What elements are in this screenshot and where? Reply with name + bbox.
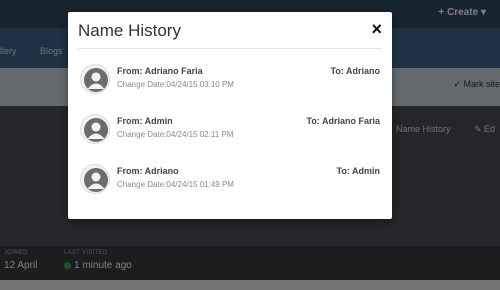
- name-history-modal: Name History × From: Adriano Faria Chang…: [68, 12, 392, 219]
- history-entry: From: Adriano Change Date:04/24/15 01:49…: [80, 164, 380, 198]
- from-name: From: Adriano: [117, 166, 179, 176]
- modal-title: Name History: [78, 21, 181, 40]
- avatar: [80, 114, 110, 144]
- close-icon[interactable]: ×: [371, 19, 382, 39]
- avatar: [80, 164, 110, 194]
- to-name: To: Adriano Faria: [306, 116, 380, 126]
- history-entry: From: Admin Change Date:04/24/15 02:11 P…: [80, 114, 380, 148]
- from-name: From: Adriano Faria: [117, 66, 203, 76]
- to-name: To: Adriano: [330, 66, 381, 76]
- modal-divider: [78, 48, 382, 49]
- to-name: To: Admin: [336, 166, 381, 176]
- history-entry: From: Adriano Faria Change Date:04/24/15…: [80, 64, 380, 98]
- change-date: Change Date:04/24/15 03:10 PM: [117, 80, 234, 89]
- change-date: Change Date:04/24/15 02:11 PM: [117, 130, 234, 139]
- avatar: [80, 64, 110, 94]
- from-name: From: Admin: [117, 116, 173, 126]
- change-date: Change Date:04/24/15 01:49 PM: [117, 180, 234, 189]
